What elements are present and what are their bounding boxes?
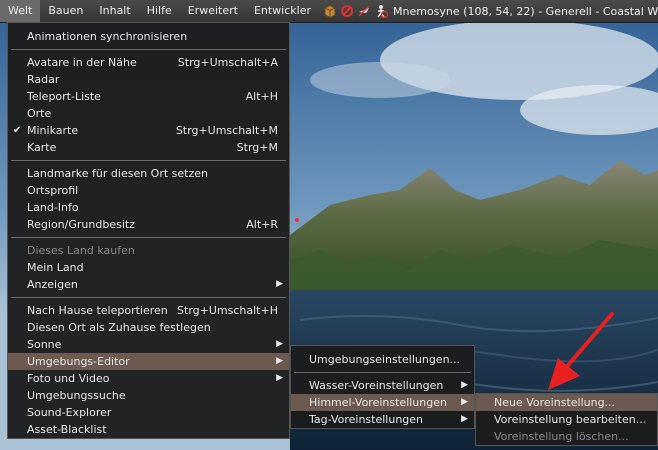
parcel-status-icons (323, 4, 391, 18)
menu-item-wasser-voreinstellungen[interactable]: Wasser-Voreinstellungen ▶ (291, 377, 474, 394)
submenu-arrow-icon: ▶ (276, 279, 283, 289)
submenu-arrow-icon: ▶ (276, 356, 283, 366)
umgebungs-editor-submenu: Umgebungseinstellungen... Wasser-Voreins… (290, 345, 475, 429)
menu-item-anzeigen[interactable]: Anzeigen ▶ (8, 276, 289, 293)
menu-inhalt[interactable]: Inhalt (91, 0, 138, 22)
menu-item-tag-voreinstellungen[interactable]: Tag-Voreinstellungen ▶ (291, 411, 474, 428)
submenu-arrow-icon: ▶ (461, 380, 468, 390)
menu-item-zuhause-festlegen[interactable]: Diesen Ort als Zuhause festlegen (8, 319, 289, 336)
menu-separator (11, 297, 286, 298)
menu-separator (294, 372, 471, 373)
no-fly-icon[interactable] (357, 4, 371, 18)
menu-erweitert[interactable]: Erweitert (180, 0, 246, 22)
shortcut-label: Strg+Umschalt+H (177, 304, 278, 317)
menu-item-umgebungssuche[interactable]: Umgebungssuche (8, 387, 289, 404)
menu-item-teleport-liste[interactable]: Teleport-Liste Alt+H (8, 88, 289, 105)
menu-item-karte[interactable]: Karte Strg+M (8, 139, 289, 156)
menu-item-avatare-in-der-naehe[interactable]: Avatare in der Nähe Strg+Umschalt+A (8, 54, 289, 71)
menu-item-ortsprofil[interactable]: Ortsprofil (8, 182, 289, 199)
shortcut-label: Strg+M (236, 141, 278, 154)
menu-item-sonne[interactable]: Sonne ▶ (8, 336, 289, 353)
menu-entwickler[interactable]: Entwickler (246, 0, 319, 22)
menu-item-sound-explorer[interactable]: Sound-Explorer (8, 404, 289, 421)
location-marker (295, 218, 299, 222)
submenu-arrow-icon: ▶ (276, 373, 283, 383)
location-readout[interactable]: Mnemosyne (108, 54, 22) - Generell - Coa… (393, 5, 658, 18)
menu-welt[interactable]: Welt (0, 0, 41, 22)
annotation-arrow-icon (548, 312, 614, 390)
menu-item-voreinstellung-bearbeiten[interactable]: Voreinstellung bearbeiten... (476, 411, 657, 428)
menu-separator (11, 49, 286, 50)
menu-item-landmarke-setzen[interactable]: Landmarke für diesen Ort setzen (8, 165, 289, 182)
menu-item-dieses-land-kaufen: Dieses Land kaufen (27, 244, 135, 257)
menu-item-umgebungs-editor[interactable]: Umgebungs-Editor ▶ (8, 353, 289, 370)
menu-item-neue-voreinstellung[interactable]: Neue Voreinstellung... (476, 394, 657, 411)
menu-separator (11, 237, 286, 238)
shortcut-label: Alt+R (246, 218, 278, 231)
menu-separator (11, 160, 286, 161)
menu-item-land-info[interactable]: Land-Info (8, 199, 289, 216)
himmel-voreinstellungen-submenu: Neue Voreinstellung... Voreinstellung be… (475, 393, 658, 446)
no-push-icon[interactable] (374, 4, 388, 18)
menu-bauen[interactable]: Bauen (40, 0, 91, 22)
menu-item-himmel-voreinstellungen[interactable]: Himmel-Voreinstellungen ▶ (291, 394, 474, 411)
menu-item-animationen-synchronisieren[interactable]: Animationen synchronisieren (8, 28, 289, 45)
menu-item-minikarte[interactable]: ✔ Minikarte Strg+Umschalt+M (8, 122, 289, 139)
submenu-arrow-icon: ▶ (461, 414, 468, 424)
checkmark-icon: ✔ (13, 125, 22, 136)
shortcut-label: Strg+Umschalt+A (177, 56, 278, 69)
menu-item-nach-hause-teleportieren[interactable]: Nach Hause teleportieren Strg+Umschalt+H (8, 302, 289, 319)
submenu-arrow-icon: ▶ (276, 339, 283, 349)
menu-item-orte[interactable]: Orte (8, 105, 289, 122)
menu-item-radar[interactable]: Radar (8, 71, 289, 88)
menu-item-asset-blacklist[interactable]: Asset-Blacklist (8, 421, 289, 438)
menu-item-voreinstellung-loeschen: Voreinstellung löschen... (494, 430, 629, 443)
top-menu-bar: Welt Bauen Inhalt Hilfe Erweitert Entwic… (0, 0, 658, 23)
menu-hilfe[interactable]: Hilfe (139, 0, 180, 22)
shortcut-label: Alt+H (245, 90, 278, 103)
submenu-arrow-icon: ▶ (461, 397, 468, 407)
shortcut-label: Strg+Umschalt+M (175, 124, 278, 137)
menu-item-region-grundbesitz[interactable]: Region/Grundbesitz Alt+R (8, 216, 289, 233)
welt-menu: Animationen synchronisieren Avatare in d… (7, 22, 290, 439)
box-icon[interactable] (323, 4, 337, 18)
menu-item-foto-und-video[interactable]: Foto und Video ▶ (8, 370, 289, 387)
menu-item-umgebungseinstellungen[interactable]: Umgebungseinstellungen... (291, 351, 474, 368)
no-build-icon[interactable] (340, 4, 354, 18)
menu-item-mein-land[interactable]: Mein Land (8, 259, 289, 276)
